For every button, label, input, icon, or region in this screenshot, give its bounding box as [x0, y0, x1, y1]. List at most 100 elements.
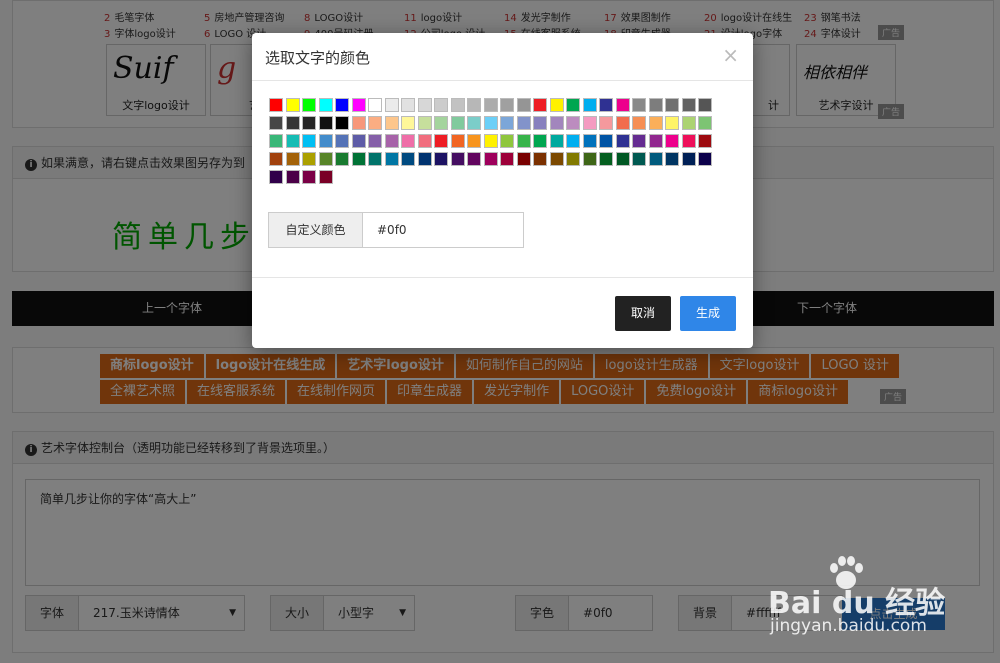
- color-swatch[interactable]: [648, 152, 663, 166]
- color-swatch[interactable]: [483, 98, 498, 112]
- color-swatch[interactable]: [285, 170, 300, 184]
- color-swatch[interactable]: [665, 152, 679, 166]
- color-swatch[interactable]: [533, 98, 547, 112]
- color-swatch[interactable]: [582, 134, 597, 148]
- color-swatch[interactable]: [681, 98, 696, 112]
- color-swatch[interactable]: [533, 134, 547, 148]
- color-swatch[interactable]: [368, 98, 382, 112]
- color-swatch[interactable]: [269, 134, 283, 148]
- color-swatch[interactable]: [434, 134, 448, 148]
- color-swatch[interactable]: [648, 98, 663, 112]
- color-swatch[interactable]: [368, 116, 382, 130]
- color-swatch[interactable]: [516, 116, 531, 130]
- color-swatch[interactable]: [681, 134, 696, 148]
- color-swatch[interactable]: [285, 116, 300, 130]
- color-swatch[interactable]: [351, 134, 366, 148]
- color-swatch[interactable]: [467, 116, 481, 130]
- color-swatch[interactable]: [302, 134, 316, 148]
- color-swatch[interactable]: [450, 116, 465, 130]
- color-swatch[interactable]: [648, 116, 663, 130]
- color-swatch[interactable]: [632, 98, 646, 112]
- color-swatch[interactable]: [516, 152, 531, 166]
- color-swatch[interactable]: [566, 152, 580, 166]
- cancel-button[interactable]: 取消: [615, 296, 671, 331]
- color-swatch[interactable]: [302, 152, 316, 166]
- color-swatch[interactable]: [698, 98, 712, 112]
- color-swatch[interactable]: [467, 134, 481, 148]
- color-swatch[interactable]: [615, 134, 630, 148]
- color-swatch[interactable]: [450, 152, 465, 166]
- color-swatch[interactable]: [632, 152, 646, 166]
- color-swatch[interactable]: [533, 116, 547, 130]
- color-swatch[interactable]: [533, 152, 547, 166]
- color-swatch[interactable]: [434, 152, 448, 166]
- color-swatch[interactable]: [417, 134, 432, 148]
- color-swatch[interactable]: [368, 134, 382, 148]
- color-swatch[interactable]: [665, 134, 679, 148]
- color-swatch[interactable]: [549, 152, 564, 166]
- color-swatch[interactable]: [648, 134, 663, 148]
- color-swatch[interactable]: [401, 98, 415, 112]
- close-icon[interactable]: ×: [722, 43, 739, 67]
- color-swatch[interactable]: [417, 152, 432, 166]
- color-swatch[interactable]: [417, 116, 432, 130]
- color-swatch[interactable]: [599, 98, 613, 112]
- color-swatch[interactable]: [335, 134, 349, 148]
- color-swatch[interactable]: [483, 134, 498, 148]
- color-swatch[interactable]: [318, 116, 333, 130]
- color-swatch[interactable]: [351, 152, 366, 166]
- color-swatch[interactable]: [384, 98, 399, 112]
- color-swatch[interactable]: [285, 134, 300, 148]
- color-swatch[interactable]: [483, 152, 498, 166]
- color-swatch[interactable]: [698, 134, 712, 148]
- color-swatch[interactable]: [335, 98, 349, 112]
- color-swatch[interactable]: [450, 134, 465, 148]
- color-swatch[interactable]: [302, 116, 316, 130]
- color-swatch[interactable]: [351, 98, 366, 112]
- color-swatch[interactable]: [681, 152, 696, 166]
- color-swatch[interactable]: [582, 152, 597, 166]
- color-swatch[interactable]: [599, 152, 613, 166]
- color-swatch[interactable]: [384, 134, 399, 148]
- generate-button[interactable]: 生成: [680, 296, 736, 331]
- color-swatch[interactable]: [483, 116, 498, 130]
- custom-color-input[interactable]: #0f0: [363, 213, 523, 247]
- color-swatch[interactable]: [384, 116, 399, 130]
- color-swatch[interactable]: [384, 152, 399, 166]
- color-swatch[interactable]: [450, 98, 465, 112]
- color-swatch[interactable]: [302, 98, 316, 112]
- color-swatch[interactable]: [566, 134, 580, 148]
- color-swatch[interactable]: [582, 116, 597, 130]
- color-swatch[interactable]: [285, 152, 300, 166]
- color-swatch[interactable]: [269, 170, 283, 184]
- color-swatch[interactable]: [665, 98, 679, 112]
- color-swatch[interactable]: [665, 116, 679, 130]
- color-swatch[interactable]: [318, 134, 333, 148]
- color-swatch[interactable]: [335, 116, 349, 130]
- color-swatch[interactable]: [615, 98, 630, 112]
- color-swatch[interactable]: [549, 116, 564, 130]
- color-swatch[interactable]: [335, 152, 349, 166]
- color-swatch[interactable]: [599, 134, 613, 148]
- color-swatch[interactable]: [417, 98, 432, 112]
- color-swatch[interactable]: [401, 152, 415, 166]
- color-swatch[interactable]: [516, 98, 531, 112]
- color-swatch[interactable]: [698, 152, 712, 166]
- color-swatch[interactable]: [566, 98, 580, 112]
- color-swatch[interactable]: [318, 152, 333, 166]
- color-swatch[interactable]: [615, 116, 630, 130]
- color-swatch[interactable]: [549, 98, 564, 112]
- color-swatch[interactable]: [467, 98, 481, 112]
- color-swatch[interactable]: [302, 170, 316, 184]
- color-swatch[interactable]: [566, 116, 580, 130]
- color-swatch[interactable]: [582, 98, 597, 112]
- color-swatch[interactable]: [401, 134, 415, 148]
- color-swatch[interactable]: [401, 116, 415, 130]
- color-swatch[interactable]: [351, 116, 366, 130]
- color-swatch[interactable]: [599, 116, 613, 130]
- color-swatch[interactable]: [269, 152, 283, 166]
- color-swatch[interactable]: [434, 116, 448, 130]
- color-swatch[interactable]: [269, 116, 283, 130]
- color-swatch[interactable]: [500, 98, 514, 112]
- color-swatch[interactable]: [549, 134, 564, 148]
